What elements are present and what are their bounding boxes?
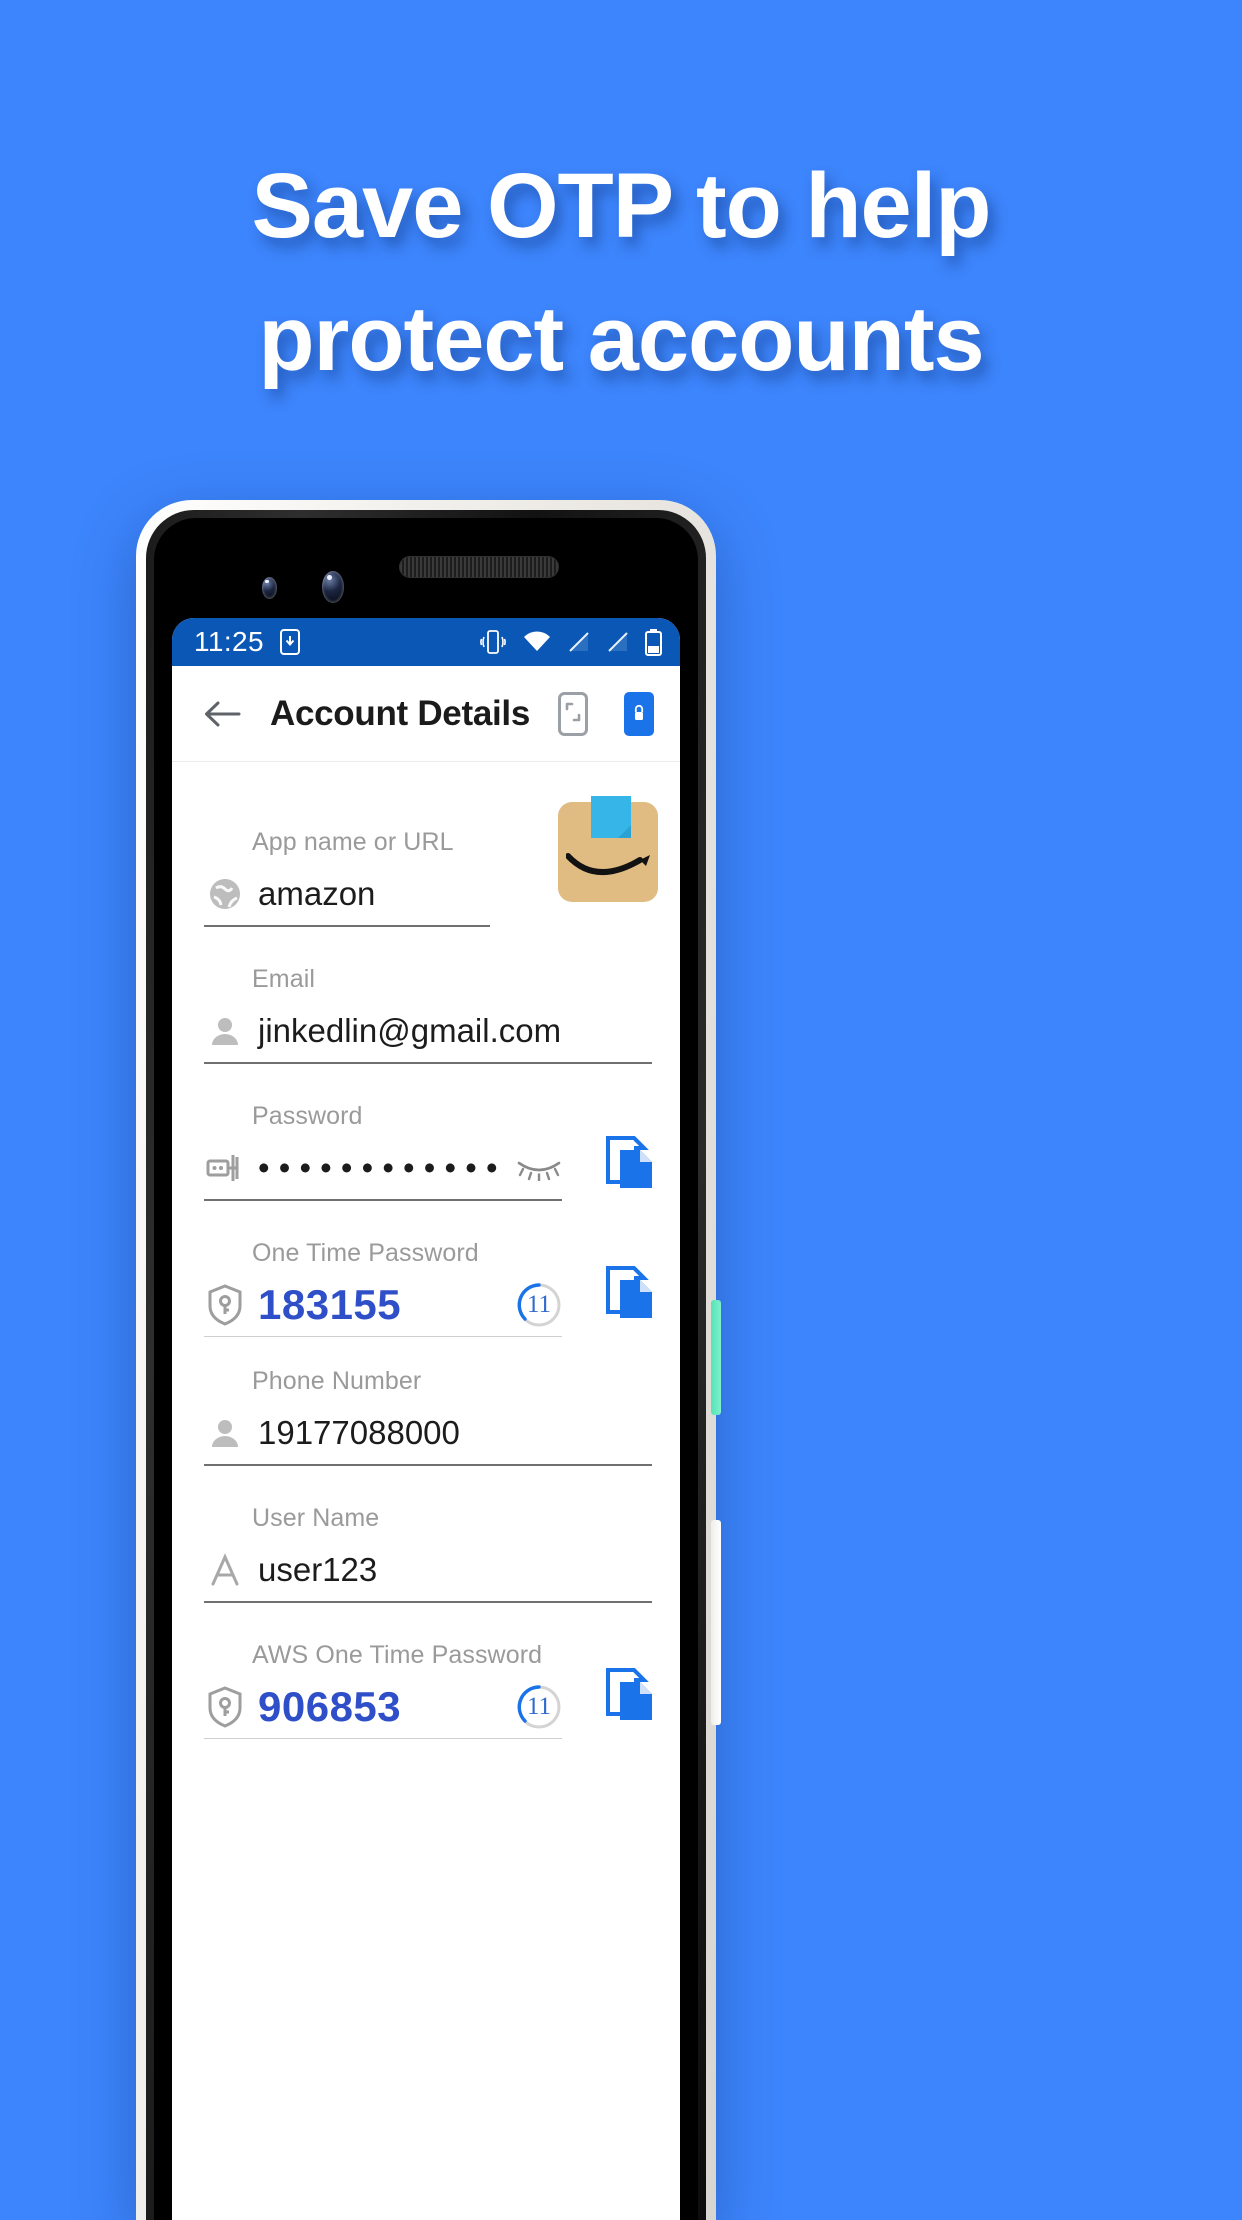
phone-bezel: 11:25 Account Details App name or URL am… [154,518,698,2220]
copy-aws-otp-button[interactable] [604,1666,658,1729]
status-time: 11:25 [194,626,264,657]
wifi-icon [524,631,550,651]
field-row: amazon [202,863,490,925]
sim-download-icon [280,629,300,655]
field-row: 19177088000 [202,1402,652,1464]
earpiece-speaker [399,556,559,578]
page-title: Account Details [270,693,530,733]
battery-icon [645,628,662,656]
field-value: amazon [258,875,376,912]
field-app-name[interactable]: App name or URL amazon [202,828,490,931]
field-underline [204,925,490,927]
phone-screen: 11:25 Account Details App name or URL am… [172,618,680,2220]
otp-countdown-ring: 11 [516,1684,562,1730]
field-underline [204,1601,652,1603]
field-row: 906853 11 [202,1676,562,1738]
promo-headline-line-1: Save OTP to help [251,155,992,257]
front-camera-secondary-icon [262,577,277,599]
status-bar: 11:25 [172,618,680,666]
phone-scan-icon[interactable] [558,691,588,736]
field-label: App name or URL [252,828,454,856]
field-underline [204,1464,652,1466]
account-details-form: App name or URL amazon Email jinkedlin@g… [172,762,680,1743]
phone-lock-icon[interactable] [624,691,654,736]
back-arrow-icon [205,701,241,726]
field-row: user123 [202,1539,652,1601]
field-underline [204,1738,562,1739]
status-bar-left: 11:25 [194,626,300,658]
field-underline [204,1336,562,1337]
field-label: User Name [252,1504,380,1532]
amazon-tape-shape [591,796,631,838]
field-value: jinkedlin@gmail.com [258,1012,562,1049]
field-label: One Time Password [252,1239,479,1267]
field-value: • • • • • • • • • • • • [258,1149,498,1186]
otp-countdown-value: 11 [526,1291,552,1318]
back-button[interactable] [196,688,248,740]
field-password[interactable]: Password • • • • • • • • • • • • [202,1102,652,1205]
otp-countdown-value: 11 [526,1693,552,1720]
copy-password-button[interactable] [604,1134,658,1197]
otp-trailing: 11 [502,1282,562,1328]
otp-countdown-ring: 11 [516,1282,562,1328]
power-button[interactable] [711,1300,721,1415]
signal-off-icon [569,632,589,652]
key-icon [202,1149,248,1187]
vibrate-icon [480,630,506,654]
eye-off-icon[interactable] [516,1155,562,1181]
volume-rocker[interactable] [711,1520,721,1725]
field-email[interactable]: Email jinkedlin@gmail.com [202,965,652,1068]
shield-key-icon [202,1686,248,1728]
field-value: 183155 [258,1281,402,1328]
app-bar: Account Details [172,666,680,762]
field-value: 19177088000 [258,1414,460,1451]
phone-mockup: 11:25 Account Details App name or URL am… [136,500,721,2220]
status-bar-right [479,628,662,656]
promo-headline-line-2: protect accounts [258,288,984,390]
field-label: AWS One Time Password [252,1641,543,1669]
field-label: Email [252,965,316,993]
app-bar-actions [558,691,654,736]
field-row: jinkedlin@gmail.com [202,1000,652,1062]
field-one-time-password[interactable]: One Time Password 183155 11 [202,1239,652,1341]
field-value: 906853 [258,1683,402,1730]
front-camera-primary-icon [322,571,344,603]
amazon-smile-icon [566,853,650,875]
field-label: Password [252,1102,363,1130]
promo-headline: Save OTP to help protect accounts [0,140,1242,406]
field-row: 183155 11 [202,1274,562,1336]
app-logo-amazon [558,796,658,902]
field-user-name[interactable]: User Name user123 [202,1504,652,1607]
signal-off-icon [608,632,628,652]
globe-icon [202,877,248,911]
field-underline [204,1062,652,1064]
person-icon [202,1417,248,1449]
password-trailing [502,1155,562,1181]
field-underline [204,1199,562,1201]
field-label: Phone Number [252,1367,422,1395]
field-aws-one-time-password[interactable]: AWS One Time Password 906853 11 [202,1641,652,1743]
field-value: user123 [258,1551,378,1588]
copy-otp-button[interactable] [604,1264,658,1327]
letter-a-icon [202,1553,248,1587]
phone-frame: 11:25 Account Details App name or URL am… [146,510,706,2220]
shield-key-icon [202,1284,248,1326]
field-row: • • • • • • • • • • • • [202,1137,562,1199]
field-phone-number[interactable]: Phone Number 19177088000 [202,1367,652,1470]
otp-trailing: 11 [502,1684,562,1730]
person-icon [202,1015,248,1047]
